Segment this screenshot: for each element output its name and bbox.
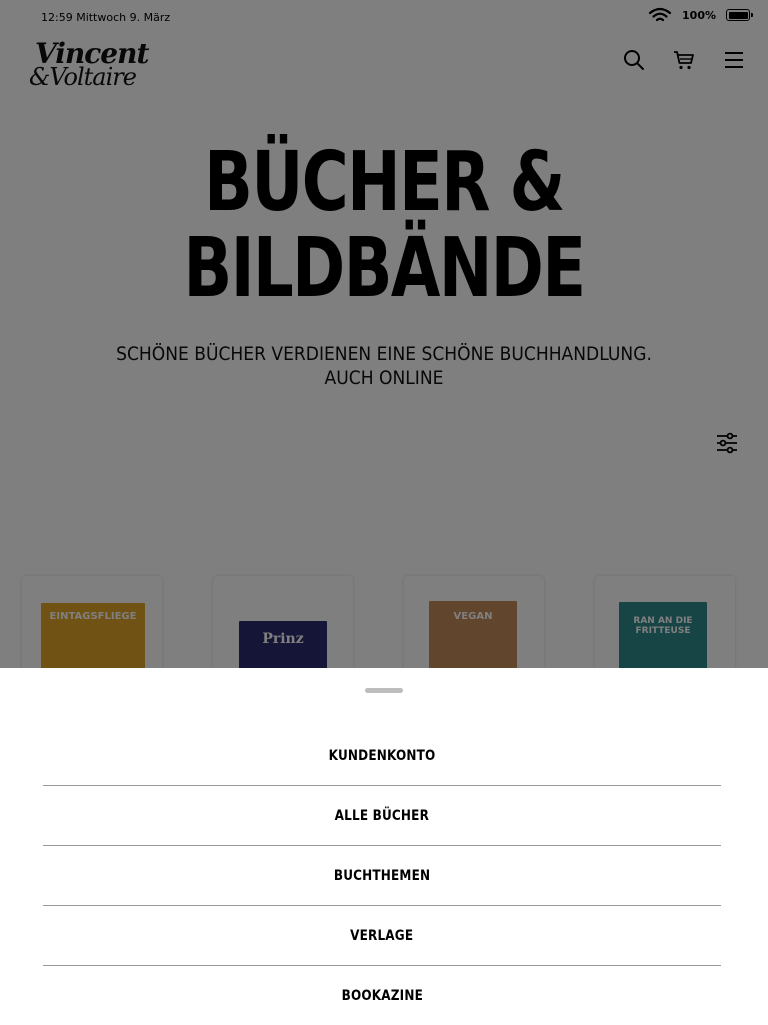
menu-item-bookazine[interactable]: BOOKAZINE — [43, 966, 721, 1025]
menu-item-label: KUNDENKONTO — [328, 747, 436, 764]
menu-item-label: VERLAGE — [350, 927, 414, 944]
menu-item-kundenkonto[interactable]: KUNDENKONTO — [43, 726, 721, 786]
sheet-grabber[interactable] — [365, 688, 403, 693]
menu-list: KUNDENKONTO ALLE BÜCHER BUCHTHEMEN VERLA… — [43, 726, 721, 1025]
menu-sheet: KUNDENKONTO ALLE BÜCHER BUCHTHEMEN VERLA… — [0, 668, 768, 1024]
menu-item-alle-buecher[interactable]: ALLE BÜCHER — [43, 786, 721, 846]
menu-item-label: ALLE BÜCHER — [334, 807, 430, 824]
menu-item-label: BOOKAZINE — [341, 987, 423, 1004]
menu-item-label: BUCHTHEMEN — [333, 867, 431, 884]
menu-item-verlage[interactable]: VERLAGE — [43, 906, 721, 966]
menu-item-buchthemen[interactable]: BUCHTHEMEN — [43, 846, 721, 906]
